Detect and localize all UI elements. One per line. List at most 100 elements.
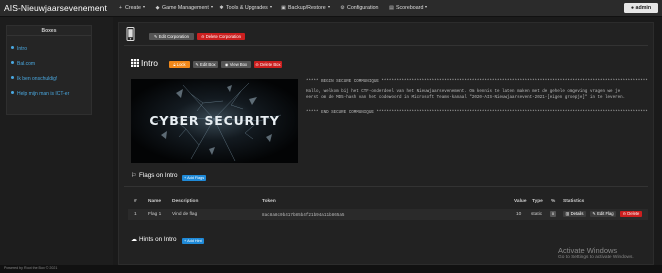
plus-icon: + [119,5,122,11]
col-header-num: # [134,199,137,204]
sidebar-item-intro[interactable]: Intro [11,46,27,53]
sidebar: Boxes Intro Bal.com Ik ben onschuldig! H… [0,17,113,265]
hints-section-title: ☁ Hints on Intro [131,236,176,243]
pencil-icon: ✎ [154,34,158,39]
nav-configuration[interactable]: ⚙ Configuration [340,5,379,11]
nav-tools-upgrades[interactable]: ✱ Tools & Upgrades [219,5,272,11]
chevron-down-icon [210,6,213,8]
bullet-icon [11,76,14,79]
flags-title-text: Flags on Intro [139,172,178,179]
cloud-icon: ☁ [131,237,137,243]
add-hint-button[interactable]: + Add Hint [182,238,204,244]
sidebar-item-onschuldig[interactable]: Ik ben onschuldig! [11,76,57,83]
delete-icon: ⊖ [255,62,259,67]
nav-configuration-label: Configuration [347,5,379,11]
user-menu-button[interactable]: ● admin [624,3,658,13]
sidebar-item-label: Bal.com [17,61,36,67]
chevron-down-icon [327,6,330,8]
flag-row-name: Flag 1 [148,212,162,217]
edit-corporation-button[interactable]: ✎ Edit Corporation [149,33,194,40]
bullet-icon [11,61,14,64]
nav-game-management[interactable]: ◆ Game Management [155,5,213,11]
edit-corporation-label: Edit Corporation [158,34,189,39]
add-flag-button[interactable]: + Add Flags [182,175,207,181]
sidebar-item-bal-com[interactable]: Bal.com [11,61,35,68]
eye-icon: ◉ [224,62,229,67]
delete-icon: ⊖ [201,34,205,39]
view-box-button[interactable]: ◉ View Box [221,61,251,68]
edit-box-button[interactable]: ✎ Edit Box [193,61,218,68]
col-header-value: Value [514,199,527,204]
sidebar-item-label: Help mijn man is ICT-er [17,91,70,97]
col-header-description: Description [172,199,199,204]
sidebar-item-help-mijn-man[interactable]: Help mijn man is ICT-er [11,91,69,98]
image-caption: CYBER SECURITY [149,113,280,128]
mobile-icon [126,27,135,41]
gear-icon: ⚙ [340,5,345,11]
communique-begin: ***** BEGIN SECURE COMMUNIQUE **********… [306,80,648,84]
nav-scoreboard-label: Scoreboard [396,5,424,11]
nav-backup-restore-label: Backup/Restore [288,5,326,11]
flag-delete-label: Delete [627,211,640,216]
top-navbar: AIS-Nieuwjaarsevenement + Create ◆ Game Ma… [0,0,662,17]
nav-scoreboard[interactable]: ▤ Scoreboard [389,5,428,11]
lock-box-button[interactable]: 🔒︎ Lock [169,61,190,68]
activate-windows-subtitle: Go to Settings to activate Windows. [558,255,634,260]
flag-details-button[interactable]: ▥ Details [563,211,586,217]
bullet-icon [11,91,14,94]
brand-title[interactable]: AIS-Nieuwjaarsevenement [4,3,107,13]
grid-icon [131,59,139,67]
boxes-panel: Boxes Intro Bal.com Ik ben onschuldig! H… [6,25,92,115]
flag-edit-label: Edit Flag [597,211,614,216]
box-image: CYBER SECURITY [131,79,298,163]
flag-row-type: static [531,212,543,217]
chevron-down-icon [425,6,428,8]
chart-icon: ▥ [565,211,570,216]
image-icon: ▤ [389,5,394,11]
divider [124,45,648,46]
tools-icon: ✱ [219,5,224,11]
nav-backup-restore[interactable]: ▣ Backup/Restore [281,5,330,11]
divider [124,186,648,187]
add-hint-label: Add Hint [187,239,202,243]
flag-row-percent-badge: 0 [550,211,556,217]
flags-section-title: ⚐ Flags on Intro [131,172,178,179]
lock-box-label: Lock [176,62,186,67]
delete-box-label: Delete Box [260,62,281,67]
flag-details-label: Details [570,211,584,216]
hints-title-text: Hints on Intro [139,236,177,243]
delete-box-button[interactable]: ⊖ Delete Box [254,61,282,68]
nav-game-management-label: Game Management [162,5,209,11]
lock-icon: 🔒︎ [173,62,176,67]
flag-row-value: 10 [516,212,522,217]
col-header-statistics: Statistics [563,199,585,204]
sidebar-item-label: Ik ben onschuldig! [17,76,58,82]
col-header-percent: % [551,199,556,204]
communique-line-1: Hallo, welkom bij het CTF-onderdeel van … [306,90,621,94]
footer-text: Powered by Root the Box © 2021 [4,266,58,270]
delete-corporation-button[interactable]: ⊖ Delete Corporation [197,33,245,40]
communique-line-2: eerst om de MD5-hash van het codewoord i… [306,96,626,100]
nav-create[interactable]: + Create [118,5,145,11]
footer: Powered by Root the Box © 2021 [0,265,662,273]
user-name: admin [635,5,652,11]
sidebar-item-label: Intro [17,46,28,52]
flag-edit-button[interactable]: ✎ Edit Flag [590,211,616,217]
chevron-down-icon [269,6,272,8]
flag-delete-button[interactable]: ⊖ Delete [620,211,642,217]
box-title: Intro [131,58,158,68]
gamepad-icon: ◆ [155,5,160,11]
nav-create-label: Create [125,5,141,11]
floppy-icon: ▣ [281,5,286,11]
col-header-token: Token [262,199,276,204]
flag-row-token: 8ac8a8c0b417b85b4f21b94a11b865a5 [262,212,345,218]
add-flag-label: Add Flags [187,176,205,180]
pencil-icon: ✎ [195,62,199,67]
col-header-name: Name [148,199,162,204]
communique-end: ***** END SECURE COMMUNIQUE ************… [306,111,648,115]
flag-icon: ⚐ [131,173,137,179]
view-box-label: View Box [229,62,248,67]
nav-tools-upgrades-label: Tools & Upgrades [226,5,268,11]
boxes-panel-title: Boxes [7,26,91,36]
box-title-text: Intro [141,58,159,68]
